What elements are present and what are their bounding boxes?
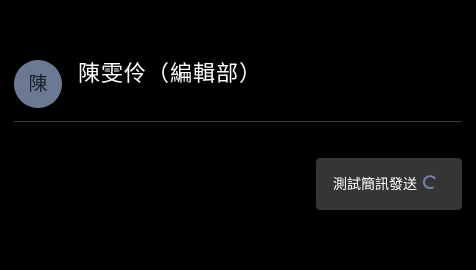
sending-spinner-icon [423, 175, 436, 189]
message-text: 測試簡訊發送 [333, 177, 417, 193]
avatar[interactable]: 陳 [14, 60, 62, 108]
header-divider [14, 121, 462, 122]
outgoing-message-bubble[interactable]: 測試簡訊發送 [316, 158, 462, 210]
conversation-header: 陳 陳雯伶（編輯部） [0, 0, 476, 122]
contact-name: 陳雯伶（編輯部） [78, 62, 263, 87]
